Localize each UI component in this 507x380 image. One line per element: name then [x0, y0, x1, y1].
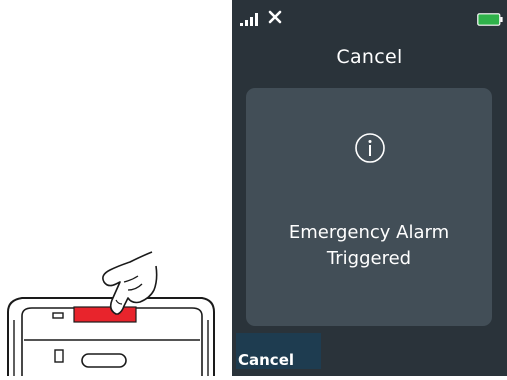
signal-bars-icon	[240, 13, 258, 26]
cancel-softkey-button[interactable]: Cancel	[236, 333, 321, 369]
status-bar	[232, 0, 507, 34]
cancel-softkey-label: Cancel	[238, 351, 295, 369]
device-press-illustration	[0, 0, 232, 376]
battery-full-icon	[477, 13, 503, 26]
alert-message: Emergency Alarm Triggered	[288, 222, 450, 269]
alert-card: Emergency Alarm Triggered	[246, 88, 492, 326]
screen-title: Cancel	[336, 46, 403, 68]
info-circle-icon	[355, 133, 385, 163]
finger-pressing-alarm-button-icon	[7, 251, 215, 376]
alarm-button-drawing	[73, 306, 137, 323]
phone-screen: Cancel Emergency Alarm Triggered Cancel	[232, 0, 507, 376]
no-network-x-icon	[268, 10, 282, 24]
